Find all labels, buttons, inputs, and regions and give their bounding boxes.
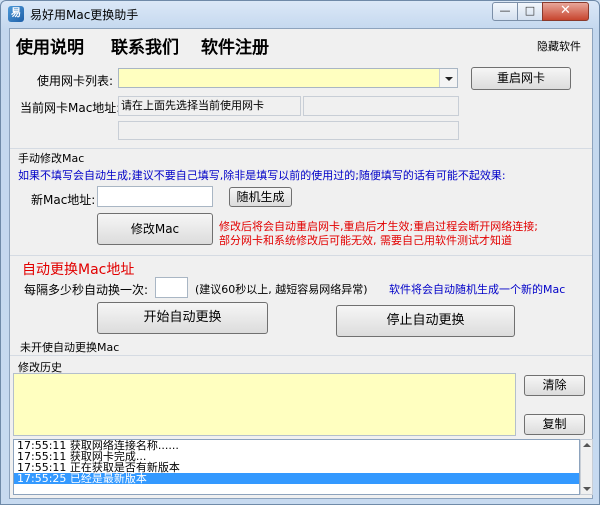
- auto-section-title: 自动更换Mac地址: [22, 262, 135, 278]
- chevron-down-icon: [445, 77, 453, 81]
- menu-register[interactable]: 软件注册: [201, 33, 269, 58]
- window-title: 易好用Mac更换助手: [30, 8, 139, 22]
- menu-contact[interactable]: 联系我们: [111, 33, 179, 58]
- start-auto-button[interactable]: 开始自动更换: [97, 302, 268, 334]
- client-area: 使用说明 联系我们 软件注册 隐藏软件 使用网卡列表: 重启网卡 当前网卡Mac…: [9, 28, 593, 499]
- interval-label: 每隔多少秒自动换一次:: [24, 283, 149, 297]
- adapter-combobox[interactable]: [118, 68, 458, 88]
- title-bar[interactable]: 易 易好用Mac更换助手 — □ ✕: [1, 1, 599, 27]
- close-button[interactable]: ✕: [542, 2, 589, 21]
- interval-input[interactable]: [155, 277, 188, 298]
- stop-auto-button[interactable]: 停止自动更换: [336, 305, 515, 337]
- interval-note: (建议60秒以上, 越短容易网络异常): [195, 283, 368, 296]
- modify-warning-line2: 部分网卡和系统修改后可能无效, 需要自己用软件测试才知道: [219, 234, 512, 247]
- modify-mac-button[interactable]: 修改Mac: [97, 213, 213, 245]
- minimize-button[interactable]: —: [492, 2, 518, 21]
- log-scrollbar[interactable]: [580, 439, 593, 495]
- current-mac-label: 当前网卡Mac地址:: [20, 101, 121, 115]
- menu-help[interactable]: 使用说明: [16, 33, 84, 58]
- log-message: 已经是最新版本: [69, 472, 147, 485]
- manual-group-title: 手动修改Mac: [18, 152, 85, 165]
- auto-group-divider: [10, 255, 592, 256]
- log-listbox[interactable]: 17:55:11 获取网络连接名称...... 17:55:11 获取网卡完成..…: [13, 439, 580, 495]
- history-group-divider: [10, 355, 592, 356]
- log-lines: 17:55:11 获取网络连接名称...... 17:55:11 获取网卡完成..…: [14, 440, 579, 484]
- combobox-dropdown-button[interactable]: [439, 69, 457, 87]
- manual-group-divider: [10, 148, 592, 149]
- manual-hint: 如果不填写会自动生成;建议不要自己填写,除非是填写以前的使用过的;随便填写的话有…: [18, 169, 506, 182]
- new-mac-input[interactable]: [97, 186, 213, 207]
- new-mac-label: 新Mac地址:: [31, 193, 96, 207]
- log-line[interactable]: 17:55:25 已经是最新版本: [14, 473, 579, 484]
- copy-history-button[interactable]: 复制: [524, 414, 585, 435]
- history-textarea[interactable]: [13, 373, 516, 436]
- scroll-down-icon[interactable]: [583, 487, 591, 491]
- log-time: 17:55:25: [17, 472, 67, 485]
- scroll-up-icon[interactable]: [583, 443, 591, 447]
- current-mac-field[interactable]: 请在上面先选择当前使用网卡: [118, 96, 301, 116]
- auto-generate-note: 软件将会自动随机生成一个新的Mac: [389, 283, 566, 296]
- adapter-info-field[interactable]: [118, 121, 459, 140]
- random-generate-button[interactable]: 随机生成: [229, 187, 292, 207]
- auto-status: 未开使自动更换Mac: [20, 341, 120, 354]
- adapter-list-label: 使用网卡列表:: [37, 74, 114, 88]
- app-icon: 易: [8, 6, 24, 22]
- current-mac-extra-field[interactable]: [303, 96, 459, 116]
- hide-software-link[interactable]: 隐藏软件: [537, 38, 581, 54]
- maximize-button[interactable]: □: [517, 2, 543, 21]
- clear-history-button[interactable]: 清除: [524, 375, 585, 396]
- restart-adapter-button[interactable]: 重启网卡: [471, 67, 571, 90]
- app-window: 易 易好用Mac更换助手 — □ ✕ 使用说明 联系我们 软件注册 隐藏软件 使…: [0, 0, 600, 505]
